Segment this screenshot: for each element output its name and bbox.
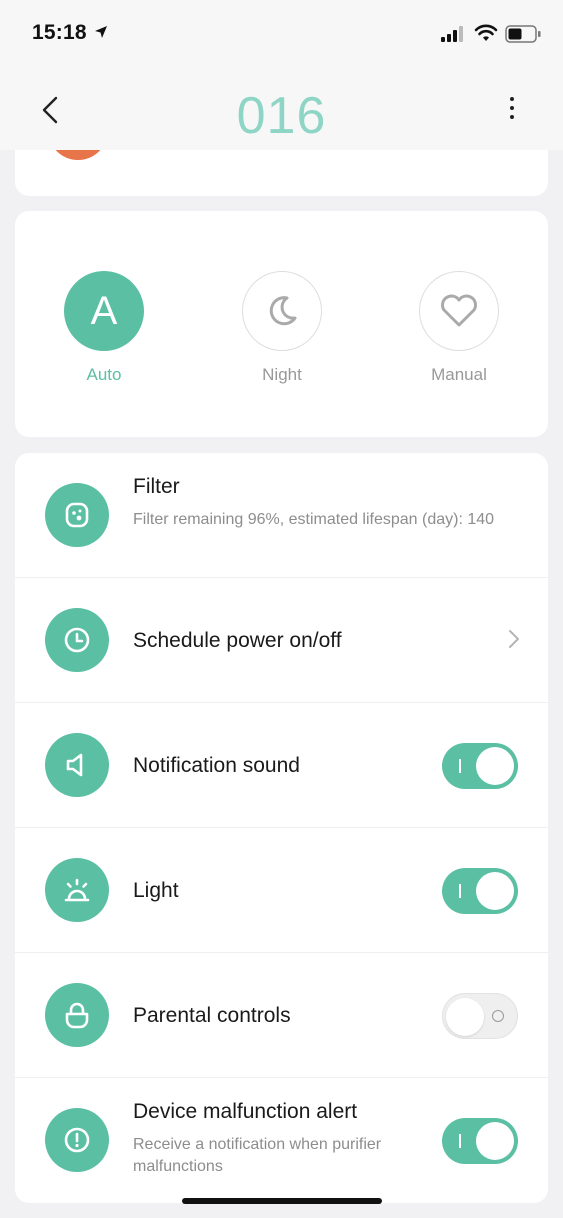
location-arrow-icon <box>95 26 107 38</box>
settings-card: Filter Filter remaining 96%, estimated l… <box>15 453 548 1203</box>
mode-auto[interactable]: A Auto <box>54 271 154 385</box>
clock-icon <box>45 608 109 672</box>
light-title: Light <box>133 879 179 902</box>
more-options-icon[interactable] <box>500 95 524 125</box>
mode-night[interactable]: Night <box>232 271 332 385</box>
page-title: 016 <box>236 87 327 145</box>
filter-title: Filter <box>133 475 180 498</box>
settings-row-schedule[interactable]: Schedule power on/off <box>15 578 548 703</box>
signal-icon <box>441 26 463 42</box>
auto-letter-icon: A <box>90 288 118 333</box>
light-toggle[interactable] <box>442 868 518 914</box>
status-bar: 15:18 <box>0 0 563 68</box>
parental-controls-toggle[interactable] <box>442 993 518 1039</box>
filter-icon <box>45 483 109 547</box>
auto-mode-button[interactable]: A <box>64 271 144 351</box>
malfunction-alert-subtitle: Receive a notification when purifier mal… <box>133 1136 382 1175</box>
header: 016 <box>0 68 563 150</box>
moon-icon <box>269 296 297 326</box>
wifi-icon <box>474 24 498 41</box>
schedule-title: Schedule power on/off <box>133 629 342 652</box>
mode-manual[interactable]: Manual <box>409 271 509 385</box>
battery-icon <box>505 25 541 43</box>
settings-row-parental-controls: Parental controls <box>15 953 548 1078</box>
notification-sound-toggle[interactable] <box>442 743 518 789</box>
heart-icon <box>441 294 477 327</box>
parental-controls-title: Parental controls <box>133 1004 291 1027</box>
speaker-icon <box>45 733 109 797</box>
mode-label-night: Night <box>262 365 302 384</box>
mode-label-manual: Manual <box>431 365 487 384</box>
alert-icon <box>45 1108 109 1172</box>
filter-subtitle: Filter remaining 96%, estimated lifespan… <box>133 511 495 528</box>
malfunction-alert-toggle[interactable] <box>442 1118 518 1164</box>
chevron-right-icon <box>509 630 519 648</box>
settings-row-notification-sound: Notification sound <box>15 703 548 828</box>
night-mode-button[interactable] <box>242 271 322 351</box>
mode-selector-card: A Auto Night Manual <box>15 211 548 437</box>
mode-label-auto: Auto <box>86 365 122 384</box>
malfunction-alert-title: Device malfunction alert <box>133 1100 358 1123</box>
settings-row-malfunction-alert: Device malfunction alert Receive a notif… <box>15 1078 548 1203</box>
settings-row-filter[interactable]: Filter Filter remaining 96%, estimated l… <box>15 453 548 578</box>
settings-row-light: Light <box>15 828 548 953</box>
notification-sound-title: Notification sound <box>133 754 300 777</box>
home-indicator <box>182 1198 382 1204</box>
status-time: 15:18 <box>32 21 87 44</box>
manual-mode-button[interactable] <box>419 271 499 351</box>
lock-icon <box>45 983 109 1047</box>
light-icon <box>45 858 109 922</box>
